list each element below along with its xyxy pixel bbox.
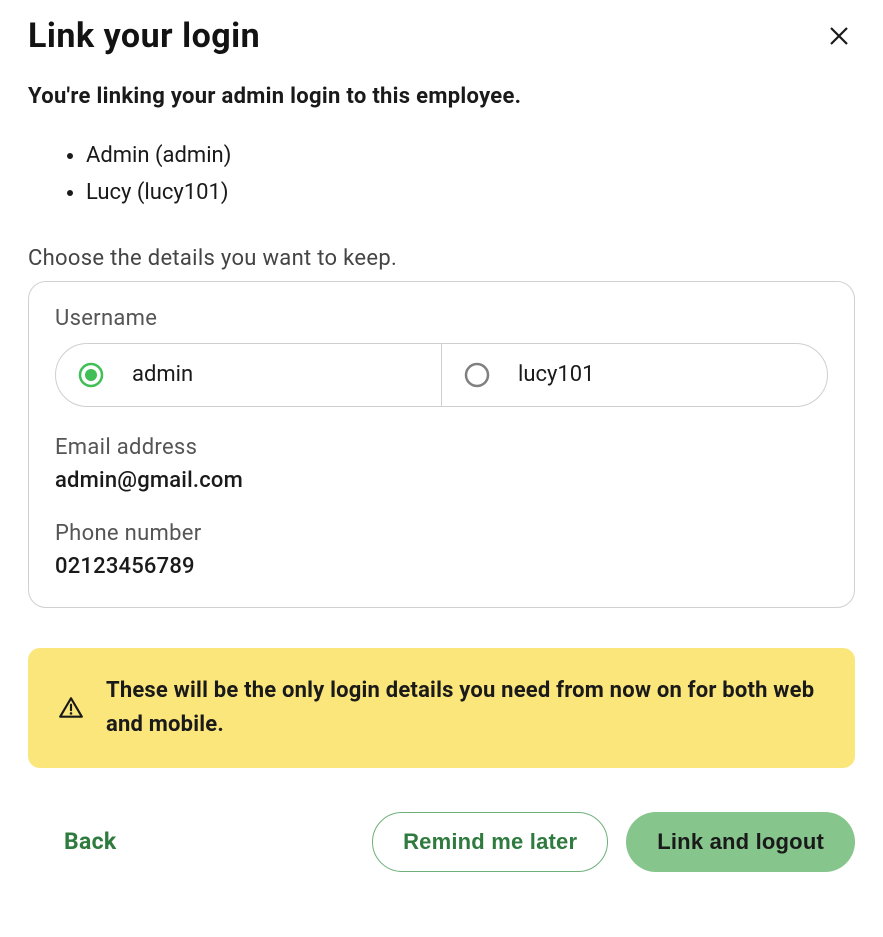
email-value: admin@gmail.com [55, 468, 828, 493]
modal-title: Link your login [28, 16, 260, 56]
username-label: Username [55, 306, 828, 331]
email-block: Email address admin@gmail.com [55, 435, 828, 493]
username-radio-group: admin lucy101 [55, 343, 828, 407]
phone-block: Phone number 02123456789 [55, 521, 828, 579]
choose-details-label: Choose the details you want to keep. [28, 246, 855, 271]
back-button[interactable]: Back [64, 828, 116, 855]
link-login-modal: Link your login You're linking your admi… [0, 0, 883, 900]
phone-label: Phone number [55, 521, 828, 546]
footer-buttons: Remind me later Link and logout [372, 812, 855, 872]
warning-text: These will be the only login details you… [106, 674, 825, 742]
radio-unselected-icon [464, 362, 490, 388]
modal-footer: Back Remind me later Link and logout [28, 812, 855, 872]
username-option-lucy[interactable]: lucy101 [442, 344, 827, 406]
warning-banner: These will be the only login details you… [28, 648, 855, 768]
close-icon [827, 24, 851, 48]
list-item: Admin (admin) [86, 137, 855, 174]
link-logout-button[interactable]: Link and logout [626, 812, 855, 872]
employee-list: Admin (admin) Lucy (lucy101) [28, 137, 855, 212]
details-card: Username admin lucy101 Email address adm… [28, 281, 855, 608]
remind-later-button[interactable]: Remind me later [372, 812, 608, 872]
warning-icon [58, 695, 84, 721]
list-item: Lucy (lucy101) [86, 174, 855, 211]
radio-selected-icon [78, 362, 104, 388]
modal-header: Link your login [28, 16, 855, 56]
radio-option-label: admin [132, 362, 193, 387]
phone-value: 02123456789 [55, 554, 828, 579]
email-label: Email address [55, 435, 828, 460]
radio-option-label: lucy101 [518, 362, 595, 387]
username-option-admin[interactable]: admin [56, 344, 442, 406]
close-button[interactable] [823, 20, 855, 55]
modal-subtitle: You're linking your admin login to this … [28, 84, 855, 109]
